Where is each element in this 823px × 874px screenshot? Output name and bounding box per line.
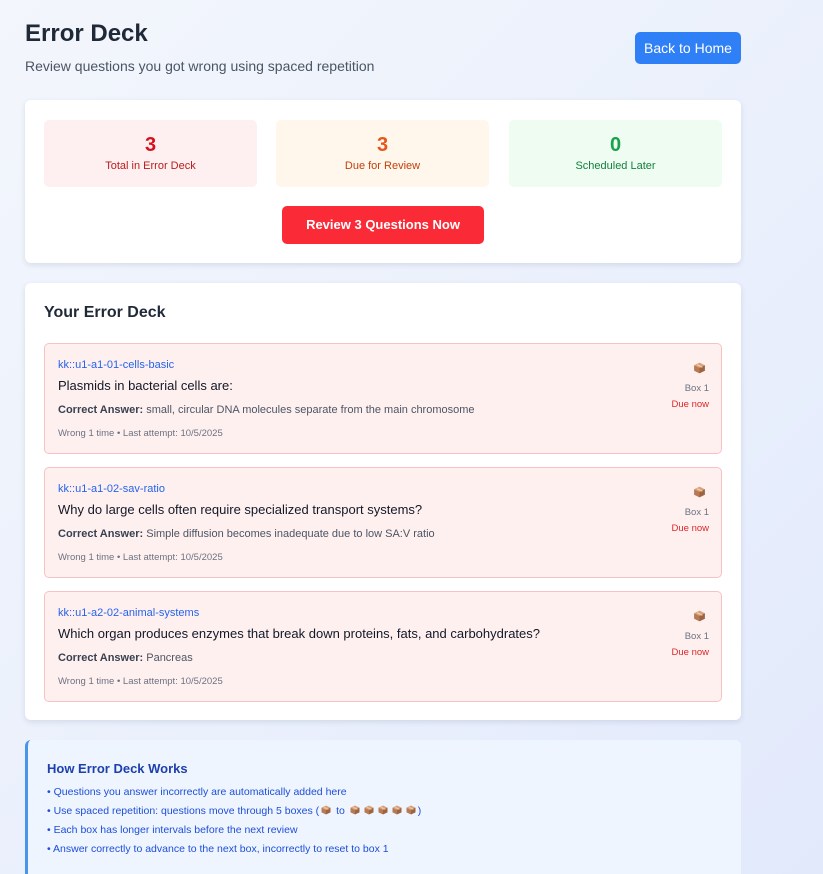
package-icon [693,362,706,374]
package-icon [693,610,706,622]
how-it-works-card: How Error Deck Works • Questions you ans… [25,740,741,874]
correct-answer: Correct Answer: Simple diffusion becomes… [58,527,435,541]
info-title: How Error Deck Works [47,761,188,776]
stat-total-in-deck: 3 Total in Error Deck [44,120,257,187]
info-line: • Answer correctly to advance to the nex… [47,843,389,855]
stat-due-for-review: 3 Due for Review [276,120,489,187]
package-icon [350,805,360,815]
error-item[interactable]: kk::u1-a1-02-sav-ratio Why do large cell… [44,467,722,578]
stat-due-label: Due for Review [344,160,421,172]
box-label: Box 1 [684,631,709,642]
question-tag[interactable]: kk::u1-a1-01-cells-basic [58,359,174,372]
package-icon [693,486,706,498]
stat-due-value: 3 [376,134,389,156]
package-icon [406,805,416,815]
question-tag[interactable]: kk::u1-a1-02-sav-ratio [58,483,165,496]
deck-title: Your Error Deck [44,304,166,321]
stats-card: 3 Total in Error Deck 3 Due for Review 0… [25,100,741,263]
correct-answer: Correct Answer: small, circular DNA mole… [58,403,475,417]
error-item[interactable]: kk::u1-a2-02-animal-systems Which organ … [44,591,722,702]
info-line-to: to [333,805,348,817]
attempt-meta: Wrong 1 time • Last attempt: 10/5/2025 [58,676,223,687]
correct-answer-label: Correct Answer: [58,404,144,416]
info-line-suffix: ) [417,805,422,817]
package-icon [378,805,388,815]
stat-scheduled-later: 0 Scheduled Later [509,120,722,187]
box-label: Box 1 [684,507,709,518]
package-icon [321,805,331,815]
correct-answer-text: Pancreas [146,652,193,664]
attempt-meta: Wrong 1 time • Last attempt: 10/5/2025 [58,428,223,439]
info-line-prefix: • Use spaced repetition: questions move … [47,805,320,817]
correct-answer-text: Simple diffusion becomes inadequate due … [146,528,435,540]
page-subtitle: Review questions you got wrong using spa… [25,58,375,74]
due-status: Due now [671,399,710,410]
error-item[interactable]: kk::u1-a1-01-cells-basic Plasmids in bac… [44,343,722,454]
info-line: • Each box has longer intervals before t… [47,824,298,836]
correct-answer-label: Correct Answer: [58,528,144,540]
correct-answer-label: Correct Answer: [58,652,144,664]
due-status: Due now [671,647,710,658]
due-status: Due now [671,523,710,534]
stat-later-label: Scheduled Later [575,160,656,172]
question-text: Plasmids in bacterial cells are: [58,378,233,393]
info-line: • Use spaced repetition: questions move … [47,805,421,818]
info-line: • Questions you answer incorrectly are a… [47,786,347,798]
error-deck-card: Your Error Deck kk::u1-a1-01-cells-basic… [25,283,741,720]
question-tag[interactable]: kk::u1-a2-02-animal-systems [58,607,199,620]
correct-answer-text: small, circular DNA molecules separate f… [146,404,475,416]
box-label: Box 1 [684,383,709,394]
question-text: Which organ produces enzymes that break … [58,626,540,641]
correct-answer: Correct Answer: Pancreas [58,651,193,665]
page-title: Error Deck [25,20,148,47]
question-text: Why do large cells often require special… [58,502,423,517]
review-questions-button[interactable]: Review 3 Questions Now [282,206,484,244]
package-icon [364,805,374,815]
attempt-meta: Wrong 1 time • Last attempt: 10/5/2025 [58,552,223,563]
stat-later-value: 0 [609,134,622,156]
stat-total-value: 3 [144,134,157,156]
back-to-home-button[interactable]: Back to Home [635,32,741,64]
stat-total-label: Total in Error Deck [105,160,196,172]
package-icon [392,805,402,815]
